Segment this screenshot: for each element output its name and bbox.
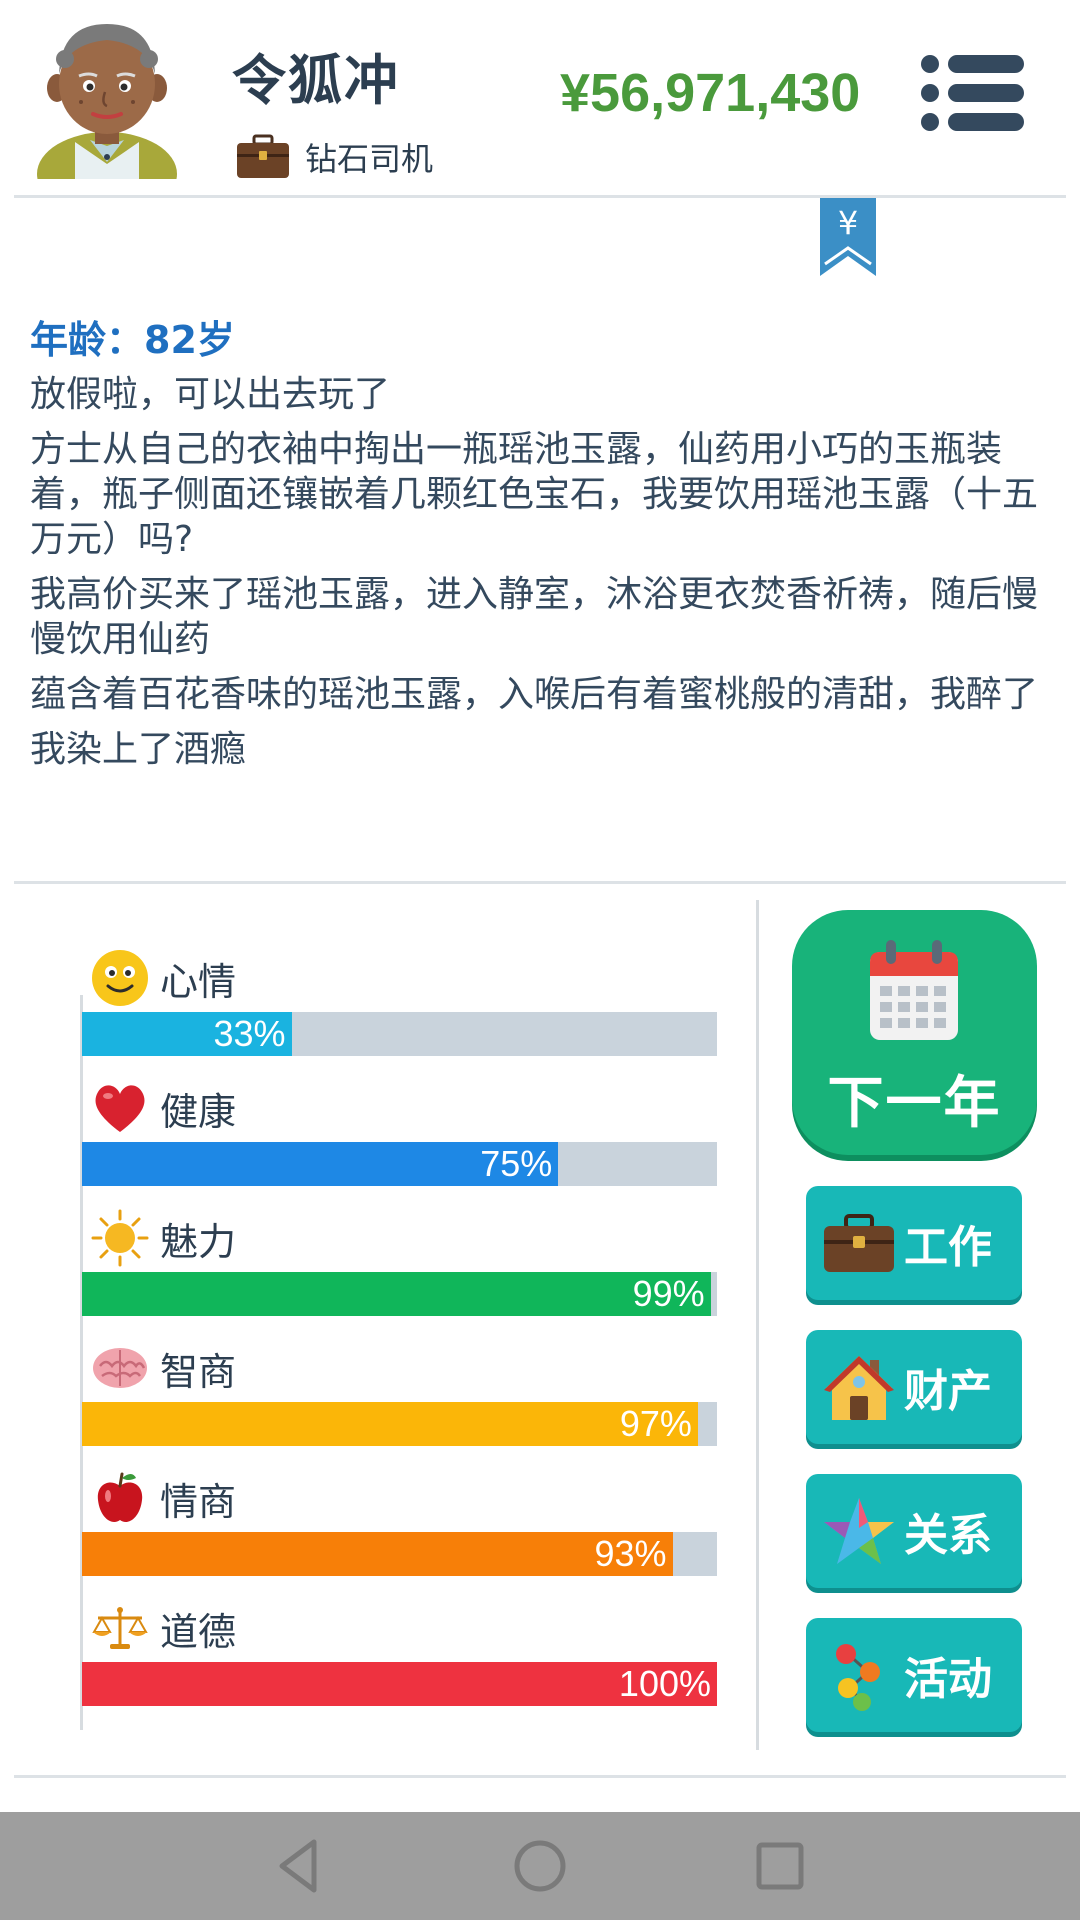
stat-track: 93%	[82, 1532, 717, 1576]
scales-icon	[92, 1607, 148, 1649]
apple-icon	[97, 1472, 143, 1522]
stat-value: 97%	[619, 1403, 692, 1444]
relations-label: 关系	[904, 1510, 992, 1561]
log-entry: 方士从自己的衣袖中掏出一瓶瑶池玉露，仙药用小巧的玉瓶装着，瓶子侧面还镶嵌着几颗红…	[30, 429, 1039, 560]
activities-button[interactable]: 活动	[806, 1618, 1022, 1732]
menu-button[interactable]	[918, 52, 1026, 134]
stat-fill: 99%	[82, 1272, 711, 1316]
player-name: 令狐冲	[232, 49, 400, 112]
stat-value: 33%	[213, 1013, 286, 1054]
stat-track: 75%	[82, 1142, 717, 1186]
next-year-label: 下一年	[827, 1071, 1002, 1136]
money-balance: ¥56,971,430	[560, 63, 861, 123]
stat-label: 道德	[160, 1609, 237, 1654]
system-nav-bar	[0, 1812, 1080, 1920]
header-divider	[14, 195, 1066, 198]
stat-value: 75%	[480, 1143, 553, 1184]
stat-value: 100%	[618, 1663, 711, 1704]
stat-label: 情商	[160, 1479, 237, 1524]
next-year-button[interactable]: 下一年	[792, 910, 1037, 1155]
stat-track: 33%	[82, 1012, 717, 1056]
stat-label: 智商	[160, 1349, 237, 1394]
profile-header: 令狐冲 钻石司机 ¥56,971,430	[0, 0, 1080, 198]
heart-icon	[95, 1085, 145, 1132]
stat-value: 99%	[632, 1273, 705, 1314]
back-icon[interactable]	[268, 1834, 332, 1898]
stat-value: 93%	[594, 1533, 667, 1574]
smiley-face-icon	[92, 950, 148, 1006]
brain-icon	[93, 1348, 147, 1388]
property-label: 财产	[904, 1366, 992, 1417]
stat-track: 99%	[82, 1272, 717, 1316]
activities-label: 活动	[904, 1654, 992, 1705]
home-icon[interactable]	[508, 1834, 572, 1898]
briefcase-icon	[237, 134, 289, 178]
stats-axis	[80, 995, 83, 1730]
avatar[interactable]	[35, 14, 180, 179]
stat-label: 心情	[160, 959, 237, 1004]
age-line: 年龄：82岁	[30, 318, 235, 362]
stat-fill: 75%	[82, 1142, 559, 1186]
panel-divider	[756, 900, 759, 1750]
yuan-bookmark-icon[interactable]: ¥	[820, 198, 876, 276]
bottom-divider	[14, 1775, 1066, 1778]
log-entry: 我高价买来了瑶池玉露，进入静室，沐浴更衣焚香祈祷，随后慢慢饮用仙药	[30, 574, 1039, 660]
property-button[interactable]: 财产	[806, 1330, 1022, 1444]
job-row: 钻石司机	[235, 132, 433, 182]
log-divider	[14, 881, 1066, 884]
sun-icon	[91, 1209, 149, 1267]
stat-fill: 93%	[82, 1532, 673, 1576]
work-button[interactable]: 工作	[806, 1186, 1022, 1300]
stat-track: 97%	[82, 1402, 717, 1446]
event-log: 年龄：82岁 放假啦，可以出去玩了 方士从自己的衣袖中掏出一瓶瑶池玉露，仙药用小…	[30, 312, 1050, 782]
activities-dots-icon	[836, 1644, 880, 1711]
log-entry: 放假啦，可以出去玩了	[30, 374, 391, 415]
stat-track: 100%	[82, 1662, 717, 1706]
stat-label: 健康	[160, 1089, 237, 1134]
work-label: 工作	[904, 1222, 992, 1273]
stat-fill: 97%	[82, 1402, 698, 1446]
stat-fill: 100%	[82, 1662, 717, 1706]
star-icon	[824, 1498, 894, 1564]
log-entry: 我染上了酒瘾	[30, 729, 247, 770]
log-entry: 蕴含着百花香味的瑶池玉露，入喉后有着蜜桃般的清甜，我醉了	[30, 674, 1039, 715]
recents-icon[interactable]	[748, 1834, 812, 1898]
house-icon	[824, 1356, 894, 1420]
svg-text:¥: ¥	[838, 204, 858, 242]
job-title: 钻石司机	[305, 140, 434, 178]
briefcase-icon	[824, 1214, 894, 1272]
stat-label: 魅力	[160, 1219, 237, 1264]
relations-button[interactable]: 关系	[806, 1474, 1022, 1588]
calendar-icon	[870, 940, 958, 1040]
hamburger-menu-icon	[921, 55, 1024, 131]
stat-fill: 33%	[82, 1012, 292, 1056]
